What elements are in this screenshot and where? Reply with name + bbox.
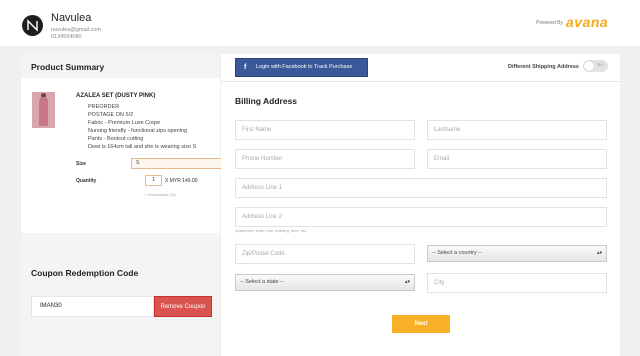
address-hint: Apartment, suite, unit, building, floor,… bbox=[235, 228, 307, 233]
remove-coupon-button[interactable]: Remove Coupon bbox=[154, 296, 212, 317]
billing-panel: f Login with Facebook to Track Purchase … bbox=[221, 54, 620, 356]
quantity-input[interactable]: 1 bbox=[145, 175, 162, 186]
product-image[interactable] bbox=[32, 92, 55, 128]
size-label: Size bbox=[76, 161, 87, 167]
first-name-field[interactable]: First Name bbox=[235, 120, 415, 140]
product-image-outfit bbox=[39, 97, 48, 126]
chevron-updown-icon: ▴▾ bbox=[404, 279, 410, 285]
state-select[interactable]: -- Select a state -- ▴▾ bbox=[235, 274, 415, 291]
different-shipping-label: Different Shipping Address bbox=[508, 64, 579, 70]
store-phone: 0134594080 bbox=[51, 34, 82, 40]
product-desc-line: Dewi is 164cm tall and she is wearing si… bbox=[88, 144, 197, 150]
phone-field[interactable]: Phone Number bbox=[235, 149, 415, 169]
powered-by-label: Powered By bbox=[536, 20, 563, 26]
facebook-login-button[interactable]: f Login with Facebook to Track Purchase bbox=[235, 58, 368, 77]
city-field[interactable]: City bbox=[427, 273, 607, 293]
email-field[interactable]: Email bbox=[427, 149, 607, 169]
store-name: Navulea bbox=[51, 12, 92, 24]
coupon-code-input[interactable]: IMAN30 bbox=[31, 296, 154, 317]
avana-logo[interactable]: avana bbox=[566, 14, 608, 30]
n-monogram-icon bbox=[27, 19, 38, 32]
toggle-state-label: No bbox=[597, 62, 603, 67]
unit-price: X MYR 149.00 bbox=[165, 178, 198, 184]
next-button[interactable]: Next bbox=[392, 315, 450, 333]
header: Navulea navulea@gmail.com 0134594080 Pow… bbox=[0, 0, 640, 46]
address-line-2-field[interactable]: Address Line 2 bbox=[235, 207, 607, 227]
product-desc-line: Fabric - Premium Luxe Crepe bbox=[88, 120, 161, 126]
store-email: navulea@gmail.com bbox=[51, 27, 101, 33]
address-line-1-field[interactable]: Address Line 1 bbox=[235, 178, 607, 198]
product-summary-title: Product Summary bbox=[31, 62, 105, 72]
toggle-knob bbox=[584, 61, 594, 71]
last-name-field[interactable]: Lastname bbox=[427, 120, 607, 140]
country-select-value: -- Select a country -- bbox=[432, 250, 482, 256]
size-select-value: S bbox=[136, 160, 140, 166]
stock-note: * Unavailable Qty bbox=[145, 192, 176, 197]
state-select-value: -- Select a state -- bbox=[240, 279, 284, 285]
product-desc-line: POSTAGE ON 5/2 bbox=[88, 112, 134, 118]
chevron-updown-icon: ▴▾ bbox=[596, 250, 602, 256]
different-shipping-toggle[interactable]: No bbox=[583, 60, 608, 72]
country-select[interactable]: -- Select a country -- ▴▾ bbox=[427, 245, 607, 262]
store-logo-icon[interactable] bbox=[22, 15, 43, 36]
facebook-login-label: Login with Facebook to Track Purchase bbox=[256, 64, 353, 70]
product-desc-line: Pants - Bootcut cutting bbox=[88, 136, 144, 142]
product-desc-line: PREORDER bbox=[88, 104, 120, 110]
facebook-icon: f bbox=[244, 64, 247, 71]
coupon-title: Coupon Redemption Code bbox=[31, 268, 139, 278]
size-select[interactable]: S ▴▾ bbox=[131, 158, 232, 169]
billing-address-title: Billing Address bbox=[235, 96, 298, 106]
divider bbox=[221, 81, 620, 82]
product-name: AZALEA SET (DUSTY PINK) bbox=[76, 93, 156, 99]
zip-code-field[interactable]: Zip/Postal Code bbox=[235, 244, 415, 264]
coupon-section: Coupon Redemption Code IMAN30 Remove Cou… bbox=[21, 233, 220, 356]
order-summary-panel: Product Summary AZALEA SET (DUSTY PINK) … bbox=[21, 54, 232, 356]
product-desc-line: Nursing friendly - functional zips openi… bbox=[88, 128, 188, 134]
quantity-label: Quantity bbox=[76, 178, 97, 184]
